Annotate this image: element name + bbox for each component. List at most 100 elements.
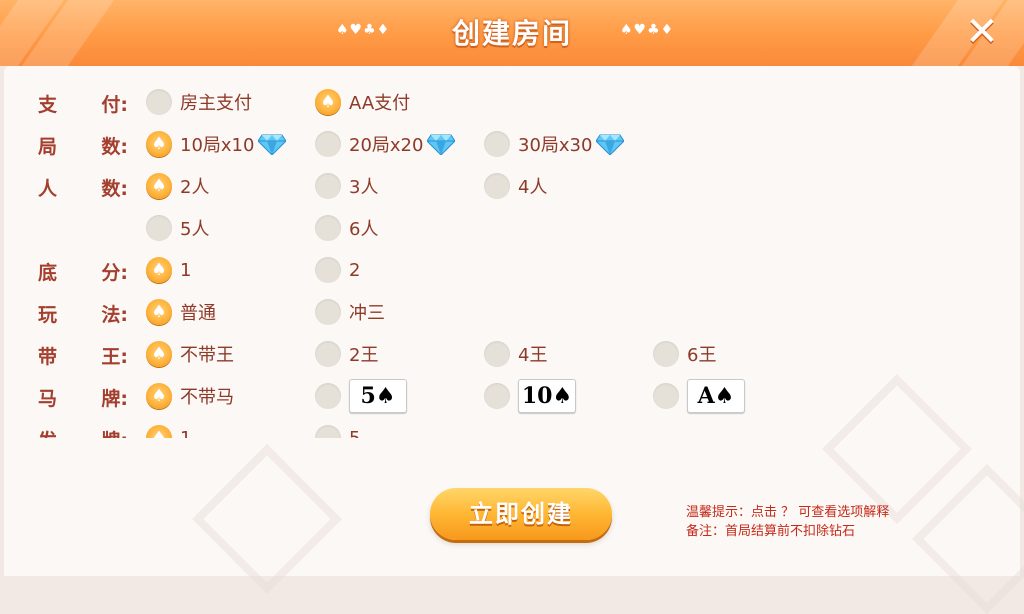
row-label-char: 底 [38, 262, 58, 284]
row-label-char: 发 [38, 426, 57, 438]
option[interactable]: 2 [315, 256, 360, 284]
row-label: 玩 法: [38, 300, 130, 327]
row-label-char: 支 [38, 94, 58, 116]
option-label: 房主支付 [180, 93, 252, 114]
option[interactable]: 5♠ [315, 379, 407, 413]
option[interactable]: 2人 [146, 172, 209, 200]
row-label-char: 付: [101, 94, 128, 116]
playing-card-icon: A♠ [687, 379, 745, 413]
option-label: 普通 [180, 303, 216, 324]
radio-unselected[interactable] [653, 383, 679, 409]
row-label: 局 数: [38, 132, 130, 159]
option[interactable]: 30局x30 [484, 130, 626, 158]
options-list[interactable]: 支 付: 房主支付 AA支付局数: 10局x10 20局x20 30局x30 人 数: 2人 3人 4… [4, 66, 1020, 438]
option[interactable]: 2王 [315, 340, 378, 368]
option[interactable]: 4人 [484, 172, 547, 200]
suit-decoration-right: ♠♥♣♦ [620, 22, 675, 38]
option[interactable]: 6王 [653, 340, 716, 368]
radio-unselected[interactable] [484, 173, 510, 199]
diamond-gem-icon [426, 133, 457, 156]
settings-panel: 支 付: 房主支付 AA支付局数: 10局x10 20局x20 30局x30 人 数: 2人 3人 4… [4, 66, 1024, 614]
radio-selected[interactable] [315, 89, 341, 115]
playing-card-icon: 5♠ [349, 379, 407, 413]
option-label: 6王 [687, 345, 717, 366]
radio-unselected[interactable] [315, 341, 341, 367]
row-label: 支 付: [38, 90, 130, 117]
option[interactable]: AA支付 [315, 88, 410, 116]
page-title: 创建房间 [451, 17, 572, 50]
option-label: 20局x20 [349, 135, 424, 156]
watermark-diamond [192, 444, 342, 594]
option[interactable]: 10局x10 [146, 130, 288, 158]
radio-unselected[interactable] [315, 383, 341, 409]
row-label: 带 王: [38, 342, 130, 369]
row-label: 人 数: [38, 174, 130, 201]
option[interactable]: 不带马 [146, 382, 234, 410]
option-label: 4人 [518, 177, 548, 198]
option[interactable]: 1 [146, 424, 191, 438]
radio-unselected[interactable] [315, 425, 341, 438]
row-label-char: 法: [101, 304, 128, 326]
option-label: 30局x30 [518, 135, 593, 156]
row-label: 发 牌: [38, 426, 130, 438]
radio-unselected[interactable] [146, 89, 172, 115]
radio-unselected[interactable] [484, 383, 510, 409]
create-room-button[interactable]: 立即创建 [430, 488, 612, 540]
radio-selected[interactable] [146, 299, 172, 325]
option[interactable]: 10♠ [484, 379, 576, 413]
row-label-char: 数: [101, 136, 128, 158]
option-label: 4王 [518, 345, 548, 366]
radio-unselected[interactable] [484, 341, 510, 367]
radio-unselected[interactable] [484, 131, 510, 157]
option-label: 不带王 [180, 345, 234, 366]
option-label: 1 [180, 259, 192, 281]
option-label: 2王 [349, 345, 379, 366]
close-button[interactable]: ✕ [960, 10, 1004, 54]
option-label: 2 [349, 259, 361, 281]
radio-selected[interactable] [146, 425, 172, 438]
radio-unselected[interactable] [146, 215, 172, 241]
row-label-char: 数: [101, 178, 128, 200]
row-label: 马 牌: [38, 384, 130, 411]
row-label-char: 玩 [38, 304, 58, 326]
row-label-char: 分: [101, 262, 128, 284]
option[interactable]: 20局x20 [315, 130, 457, 158]
row-label-char: 王: [101, 346, 128, 368]
option[interactable]: 6人 [315, 214, 378, 242]
option-label: 5人 [180, 219, 210, 240]
option[interactable]: 房主支付 [146, 88, 252, 116]
radio-selected[interactable] [146, 131, 172, 157]
option-label: 1 [180, 427, 192, 439]
radio-selected[interactable] [146, 173, 172, 199]
radio-unselected[interactable] [653, 341, 679, 367]
option[interactable]: 3人 [315, 172, 378, 200]
option[interactable]: 普通 [146, 298, 216, 326]
row-label-char: 带 [38, 346, 58, 368]
option-label: 2人 [180, 177, 210, 198]
radio-unselected[interactable] [315, 131, 341, 157]
playing-card-icon: 10♠ [518, 379, 576, 413]
radio-selected[interactable] [146, 257, 172, 283]
radio-unselected[interactable] [315, 173, 341, 199]
radio-unselected[interactable] [315, 215, 341, 241]
radio-unselected[interactable] [315, 299, 341, 325]
diamond-gem-icon [257, 133, 288, 156]
row-label-char: 人 [38, 178, 58, 200]
option-label: 5 [349, 427, 361, 439]
option[interactable]: 冲三 [315, 298, 385, 326]
close-icon[interactable]: ✕ [965, 9, 999, 55]
option-label: 6人 [349, 219, 379, 240]
radio-unselected[interactable] [315, 257, 341, 283]
option[interactable]: 5 [315, 424, 360, 438]
radio-selected[interactable] [146, 383, 172, 409]
option[interactable]: 1 [146, 256, 191, 284]
option[interactable]: 5人 [146, 214, 209, 242]
tips: 温馨提示：点击 ？ 可查看选项解释 备注：首局结算前不扣除钻石 [686, 503, 889, 541]
radio-selected[interactable] [146, 341, 172, 367]
option[interactable]: 4王 [484, 340, 547, 368]
option-label: 10局x10 [180, 135, 255, 156]
option-label: 3人 [349, 177, 379, 198]
option[interactable]: A♠ [653, 379, 745, 413]
option[interactable]: 不带王 [146, 340, 234, 368]
option-label: 不带马 [180, 387, 234, 408]
